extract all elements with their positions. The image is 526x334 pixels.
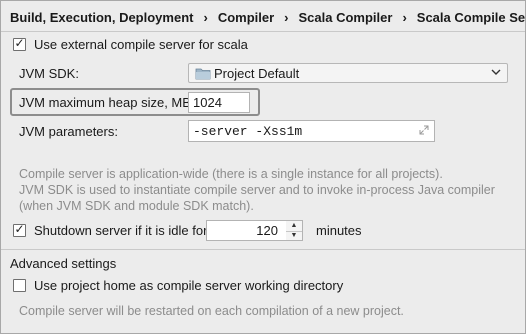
jvm-parameters-label: JVM parameters: — [19, 124, 118, 139]
shutdown-label[interactable]: Shutdown server if it is idle for — [34, 223, 207, 238]
settings-panel: Build, Execution, Deployment › Compiler … — [0, 0, 526, 334]
checkmark-icon: ✓ — [14, 36, 25, 50]
info-line-1: Compile server is application-wide (ther… — [19, 167, 443, 181]
jvm-sdk-label: JVM SDK: — [19, 66, 79, 81]
jvm-parameters-input[interactable]: -server -Xss1m — [188, 120, 435, 142]
breadcrumb-separator-icon: › — [203, 10, 208, 25]
shutdown-checkbox[interactable]: ✓ — [13, 222, 26, 237]
breadcrumb-item-scala-compile-server: Scala Compile Server — [416, 10, 526, 25]
heap-size-input[interactable]: 1024 — [188, 92, 250, 113]
info-line-3: (when JVM SDK and module SDK match). — [19, 199, 254, 213]
shutdown-unit-label: minutes — [316, 223, 362, 238]
checkmark-icon: ✓ — [14, 222, 25, 236]
chevron-down-icon — [491, 69, 501, 75]
use-external-server-checkbox[interactable]: ✓ — [13, 36, 26, 51]
restart-note: Compile server will be restarted on each… — [19, 304, 404, 318]
spinner-down-icon[interactable]: ▼ — [286, 231, 302, 241]
minutes-spinner: ▲ ▼ — [286, 220, 303, 241]
jvm-sdk-value: Project Default — [214, 66, 300, 81]
shutdown-minutes-input[interactable]: 120 — [206, 220, 287, 241]
jvm-sdk-dropdown[interactable]: Project Default — [188, 63, 508, 83]
breadcrumb-separator-icon: › — [284, 10, 289, 25]
advanced-settings-title: Advanced settings — [10, 256, 117, 271]
use-external-server-label[interactable]: Use external compile server for scala — [34, 37, 248, 52]
use-project-home-label[interactable]: Use project home as compile server worki… — [34, 278, 343, 293]
section-divider — [1, 249, 525, 250]
breadcrumb-item-compiler[interactable]: Compiler — [218, 10, 274, 25]
heap-size-label: JVM maximum heap size, MB: — [19, 95, 195, 110]
breadcrumb: Build, Execution, Deployment › Compiler … — [10, 10, 526, 25]
jvm-parameters-value: -server -Xss1m — [193, 124, 303, 139]
breadcrumb-item-scala-compiler[interactable]: Scala Compiler — [299, 10, 393, 25]
breadcrumb-separator-icon: › — [402, 10, 407, 25]
use-project-home-checkbox[interactable] — [13, 279, 26, 292]
info-line-2: JVM SDK is used to instantiate compile s… — [19, 183, 495, 197]
breadcrumb-item-build[interactable]: Build, Execution, Deployment — [10, 10, 193, 25]
expand-icon[interactable] — [419, 125, 429, 135]
header-divider — [1, 31, 525, 32]
folder-icon — [195, 68, 211, 80]
